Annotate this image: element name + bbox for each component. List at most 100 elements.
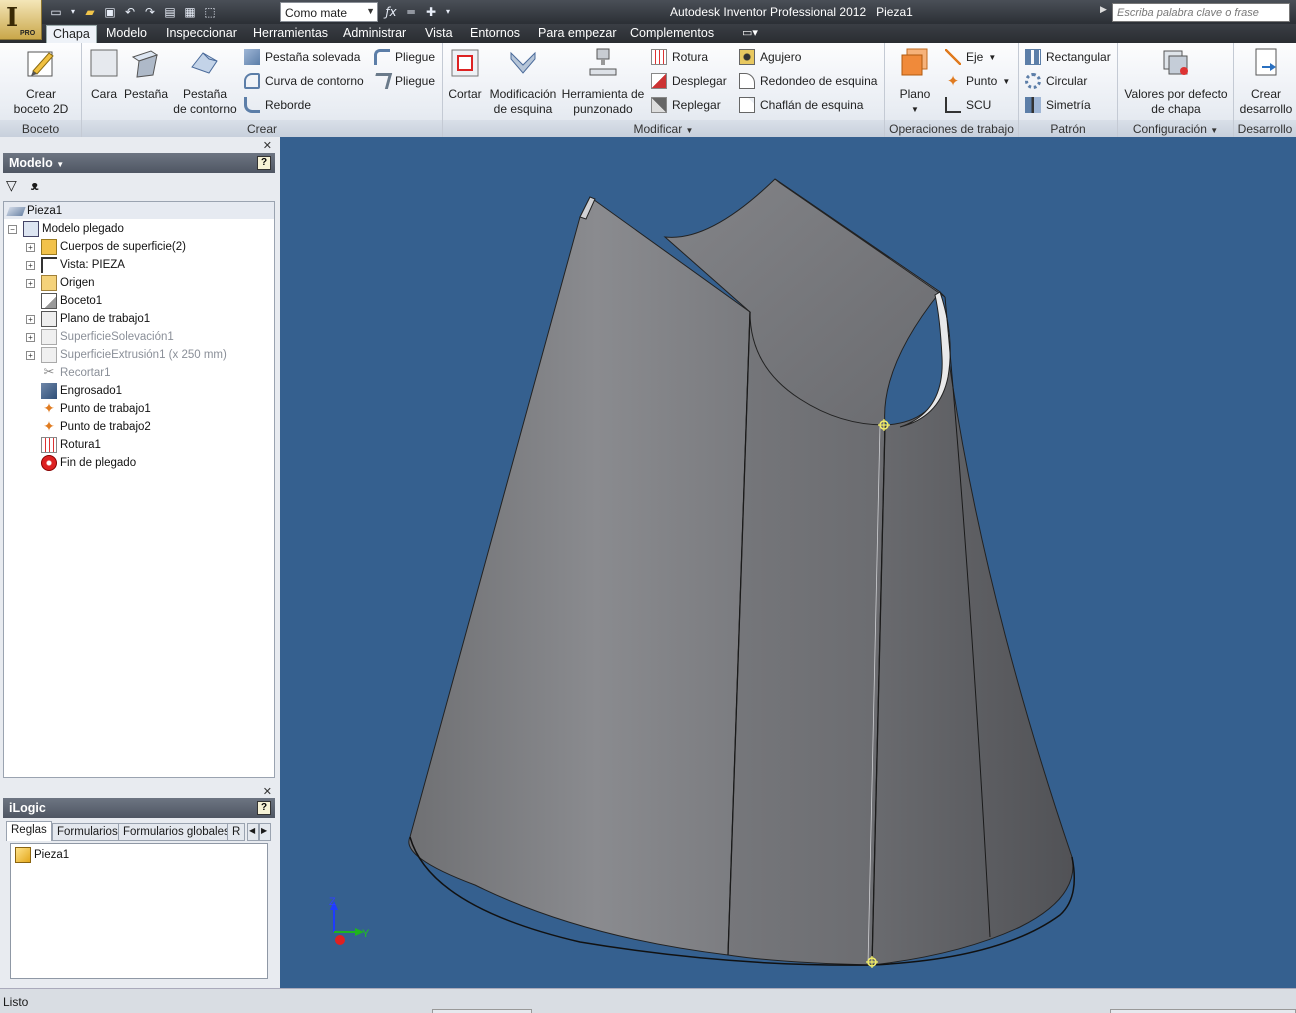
material-select[interactable]: Como mate ▼ — [280, 2, 378, 22]
tree-item-rotura1[interactable]: Rotura1 — [41, 436, 101, 454]
graphics-viewport[interactable]: Z Y — [280, 137, 1296, 988]
undo-icon[interactable]: ↶ — [122, 4, 138, 20]
tab-para-empezar[interactable]: Para empezar — [532, 25, 623, 43]
rotura-button[interactable]: Rotura — [651, 47, 708, 67]
pestana-contorno-button[interactable]: Pestaña de contorno — [170, 47, 240, 117]
herramienta-punzonado-button[interactable]: Herramienta de punzonado — [561, 47, 645, 117]
tab-formularios-globales[interactable]: Formularios globales — [118, 823, 235, 841]
tab-vista[interactable]: Vista — [419, 25, 459, 43]
tree-item-boceto1[interactable]: Boceto1 — [41, 292, 102, 310]
collapse-icon[interactable]: − — [8, 224, 17, 234]
curva-contorno-button[interactable]: Curva de contorno — [244, 71, 364, 91]
tab-complementos[interactable]: Complementos — [624, 25, 720, 43]
tab-formularios[interactable]: Formularios — [52, 823, 123, 841]
close-icon[interactable]: ✕ — [263, 785, 272, 798]
rule-item-pieza1[interactable]: Pieza1 — [15, 846, 69, 864]
pestana-button[interactable]: Pestaña — [124, 47, 168, 102]
tree-item-punto-trabajo2[interactable]: ✦ Punto de trabajo2 — [41, 418, 151, 436]
desplegar-button[interactable]: Desplegar — [651, 71, 727, 91]
update-icon[interactable]: ▤ — [162, 4, 178, 20]
new-dropdown-icon[interactable]: ▾ — [68, 4, 78, 20]
help-icon[interactable]: ? — [257, 156, 271, 170]
application-menu-button[interactable]: I PRO — [0, 0, 42, 40]
tree-item-punto-trabajo1[interactable]: ✦ Punto de trabajo1 — [41, 400, 151, 418]
tree-item-origen[interactable]: + Origen — [26, 274, 95, 292]
crear-desarrollo-button[interactable]: Crear desarrollo — [1236, 47, 1296, 117]
plano-button[interactable]: Plano ▼ — [893, 47, 937, 117]
expand-icon[interactable]: + — [26, 278, 35, 288]
tree-item-vista-pieza[interactable]: + Vista: PIEZA — [26, 256, 125, 274]
tab-reglas[interactable]: Reglas — [6, 821, 52, 841]
tree-item-recortar1[interactable]: ✂ Recortar1 — [41, 364, 111, 382]
view-rep-icon — [41, 257, 57, 273]
expand-icon[interactable]: + — [26, 332, 35, 342]
select-icon[interactable]: ⬚ — [202, 4, 218, 20]
tab-modelo[interactable]: Modelo — [100, 25, 153, 43]
rectangular-label: Rectangular — [1046, 50, 1111, 64]
expand-icon[interactable]: + — [26, 242, 35, 252]
quick-access-toolbar-2: ƒx ═ ✚ ▾ — [383, 3, 453, 21]
cara-button[interactable]: Cara — [88, 47, 120, 102]
agujero-button[interactable]: Agujero — [739, 47, 801, 67]
tree-item-modelo-plegado[interactable]: − Modelo plegado — [8, 220, 124, 238]
parameters-fx-icon[interactable]: ƒx — [383, 4, 399, 20]
color-select-icon[interactable]: ✚ — [423, 4, 439, 20]
tab-r[interactable]: R — [227, 823, 245, 841]
tree-item-superficie-extrusion1[interactable]: + SuperficieExtrusión1 (x 250 mm) — [26, 346, 227, 364]
tab-herramientas[interactable]: Herramientas — [247, 25, 334, 43]
scroll-left-icon[interactable]: ◀ — [247, 823, 259, 841]
reborde-button[interactable]: Reborde — [244, 95, 311, 115]
video-icon[interactable]: ▭▾ — [736, 25, 764, 43]
panel-title-configuracion[interactable]: Configuración ▼ — [1118, 120, 1233, 137]
redondeo-esquina-button[interactable]: Redondeo de esquina — [739, 71, 877, 91]
find-binoculars-icon[interactable]: ᴥ — [31, 178, 39, 194]
work-point-icon: ✦ — [946, 72, 960, 90]
tab-chapa[interactable]: Chapa — [46, 25, 97, 43]
tree-item-plano-trabajo1[interactable]: + Plano de trabajo1 — [26, 310, 150, 328]
tree-item-label: SuperficieExtrusión1 (x 250 mm) — [60, 349, 227, 361]
expand-icon[interactable]: + — [26, 350, 35, 360]
part-3d-model[interactable]: Z Y — [280, 137, 1296, 988]
search-expand-icon[interactable]: ▶ — [1100, 4, 1112, 21]
measure-icon[interactable]: ═ — [403, 4, 419, 20]
tab-inspeccionar[interactable]: Inspeccionar — [160, 25, 243, 43]
tree-item-fin-plegado[interactable]: Fin de plegado — [41, 454, 136, 472]
tree-item-superficie-solevacion1[interactable]: + SuperficieSolevación1 — [26, 328, 174, 346]
panel-modificar: Cortar Modificación de esquina Herramien… — [443, 43, 885, 137]
pliegue-2-button[interactable]: Pliegue — [371, 71, 435, 91]
print-icon[interactable]: ▦ — [182, 4, 198, 20]
open-folder-icon[interactable]: ▰ — [82, 4, 98, 20]
crear-boceto-button[interactable]: Crear boceto 2D — [10, 47, 72, 117]
tree-root-pieza1[interactable]: Pieza1 — [6, 202, 62, 220]
expand-icon[interactable]: + — [26, 260, 35, 270]
pliegue-button[interactable]: Pliegue — [374, 47, 435, 67]
chevron-down-icon[interactable]: ▾ — [443, 4, 453, 20]
new-file-icon[interactable]: ▭ — [48, 4, 64, 20]
search-input[interactable]: Escriba palabra clave o frase — [1112, 3, 1290, 22]
eje-button[interactable]: Eje ▼ — [945, 47, 996, 67]
tree-item-engrosado1[interactable]: Engrosado1 — [41, 382, 122, 400]
circular-button[interactable]: Circular — [1025, 71, 1087, 91]
simetria-button[interactable]: Simetría — [1025, 95, 1091, 115]
scu-button[interactable]: SCU — [945, 95, 991, 115]
pestana-solevada-button[interactable]: Pestaña solevada — [244, 47, 360, 67]
scroll-right-icon[interactable]: ▶ — [259, 823, 271, 841]
chaflan-esquina-button[interactable]: Chaflán de esquina — [739, 95, 863, 115]
filter-icon[interactable]: ▽ — [6, 178, 17, 194]
model-browser-header[interactable]: Modelo ▼? — [3, 153, 275, 173]
punto-button[interactable]: ✦ Punto ▼ — [945, 71, 1011, 91]
cortar-button[interactable]: Cortar — [447, 47, 483, 102]
close-icon[interactable]: ✕ — [263, 139, 272, 152]
replegar-button[interactable]: Replegar — [651, 95, 721, 115]
modificacion-esquina-button[interactable]: Modificación de esquina — [487, 47, 559, 117]
tree-item-cuerpos-superficie[interactable]: + Cuerpos de superficie(2) — [26, 238, 186, 256]
tab-entornos[interactable]: Entornos — [464, 25, 526, 43]
panel-title-modificar[interactable]: Modificar ▼ — [443, 120, 884, 137]
rectangular-button[interactable]: Rectangular — [1025, 47, 1111, 67]
help-icon[interactable]: ? — [257, 801, 271, 815]
tab-administrar[interactable]: Administrar — [337, 25, 412, 43]
valores-defecto-chapa-button[interactable]: Valores por defecto de chapa — [1120, 47, 1232, 117]
redo-icon[interactable]: ↷ — [142, 4, 158, 20]
save-icon[interactable]: ▣ — [102, 4, 118, 20]
expand-icon[interactable]: + — [26, 314, 35, 324]
